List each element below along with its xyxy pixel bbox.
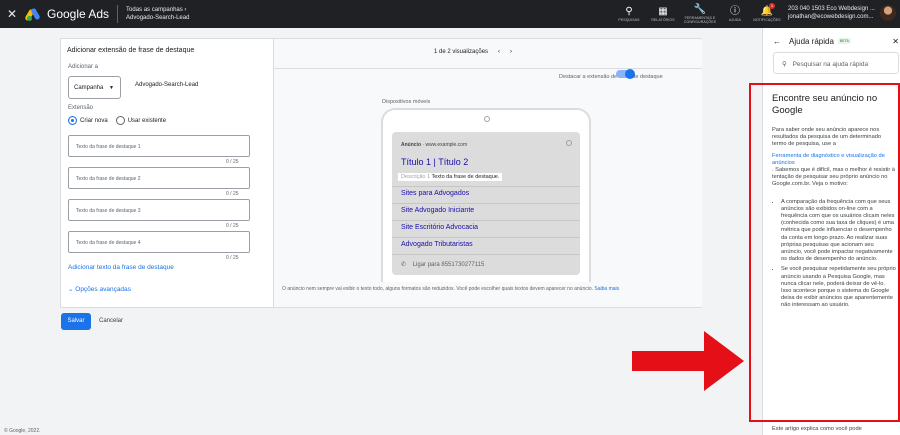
char-count: 0 / 25 xyxy=(226,255,239,261)
sitelink: Sites para Advogados xyxy=(401,190,470,197)
add-to-label: Adicionar a xyxy=(68,64,99,70)
account-info[interactable]: 203 040 1503 Eco Webdesign ... jonathan@… xyxy=(788,5,875,21)
chevron-down-icon: ⌄ xyxy=(68,286,74,293)
call-extension: ✆ Ligar para 8551730277115 xyxy=(401,262,485,268)
article-bullets: A comparação da frequência com que seus … xyxy=(781,199,896,310)
top-bar: ✕ Google Ads Todas as campanhas › Advoga… xyxy=(0,0,900,28)
campaign-breadcrumb[interactable]: Todas as campanhas › Advogado-Search-Lea… xyxy=(126,6,189,22)
avatar[interactable] xyxy=(880,5,896,21)
search-icon: ⚲ xyxy=(782,61,787,68)
list-item: Se você pesquisar repetidamente seu próp… xyxy=(781,266,896,309)
char-count: 0 / 25 xyxy=(226,159,239,165)
info-icon xyxy=(566,140,572,146)
red-arrow-icon xyxy=(632,331,744,391)
topbar-divider xyxy=(117,5,119,23)
add-callout-link[interactable]: Adicionar texto da frase de destaque xyxy=(68,264,174,271)
device-label: Dispositivos móveis xyxy=(382,99,431,105)
close-icon[interactable]: ✕ xyxy=(892,37,899,46)
phone-camera-icon xyxy=(484,116,490,122)
help-title: Ajuda rápida xyxy=(789,36,834,46)
sitelink: Advogado Tributaristas xyxy=(401,241,473,248)
article-continuation: Este artigo explica como você pode xyxy=(772,426,862,432)
chevron-left-icon[interactable]: ‹ xyxy=(498,49,500,55)
list-item: A comparação da frequência com que seus … xyxy=(781,199,896,264)
beta-badge: BETA xyxy=(837,38,851,44)
highlight-toggle-label: Destacar a extensão de frase de destaque xyxy=(559,74,663,80)
char-count: 0 / 25 xyxy=(226,223,239,229)
callout-field-1[interactable]: Texto da frase de destaque 1 xyxy=(68,135,250,157)
help-icon: ⓘ xyxy=(730,6,740,17)
cancel-button[interactable]: Cancelar xyxy=(99,318,123,324)
preview-divider xyxy=(274,68,702,69)
radio-create-new[interactable] xyxy=(68,116,77,125)
ad-headline: Título 1 | Título 2 xyxy=(401,157,469,167)
help-search-input[interactable]: ⚲ Pesquisar na ajuda rápida xyxy=(773,52,899,74)
reports-button[interactable]: ▦ RELATÓRIOS xyxy=(646,0,680,28)
back-arrow-icon[interactable]: ← xyxy=(773,37,781,46)
search-button[interactable]: ⚲ PESQUISAS xyxy=(612,0,646,28)
article-intro: Para saber onde seu anúncio aparece nos … xyxy=(772,127,882,148)
sitelink: Site Advogado Iniciante xyxy=(401,207,475,214)
close-icon[interactable]: ✕ xyxy=(0,7,24,21)
separator xyxy=(392,220,580,221)
brand-name: Google Ads xyxy=(47,7,110,21)
form-title: Adicionar extensão de frase de destaque xyxy=(67,47,195,54)
mobile-preview-phone: Anúncio · www.example.com Título 1 | Tít… xyxy=(381,108,591,282)
help-article: Encontre seu anúncio no Google Para sabe… xyxy=(772,93,896,313)
ad-description: Descrição 1 Texto da frase de destaque. xyxy=(398,173,503,181)
diagnosis-tool-link[interactable]: Ferramenta de diagnóstico e visualização… xyxy=(772,153,885,166)
tools-button[interactable]: 🔧 FERRAMENTAS E CONFIGURAÇÕES xyxy=(680,0,720,28)
callout-field-4[interactable]: Texto da frase de destaque 4 xyxy=(68,231,250,253)
campaign-name: Advogado-Search-Lead xyxy=(135,82,199,88)
tools-icon: 🔧 xyxy=(693,4,707,15)
preview-note: O anúncio nem sempre vai exibir o texto … xyxy=(282,286,620,292)
extension-label: Extensão xyxy=(68,105,94,111)
separator xyxy=(392,186,580,187)
copyright: © Google, 2022. xyxy=(4,428,41,434)
chevron-right-icon[interactable]: › xyxy=(510,49,512,55)
article-intro-2: . Sabemos que é difícil, mas o melhor é … xyxy=(772,167,895,188)
article-title: Encontre seu anúncio no Google xyxy=(772,93,878,116)
callout-field-2[interactable]: Texto da frase de destaque 2 xyxy=(68,167,250,189)
chevron-down-icon: ▼ xyxy=(109,85,114,91)
separator xyxy=(392,254,580,255)
ad-meta: Anúncio · www.example.com xyxy=(401,142,468,148)
reports-icon: ▦ xyxy=(658,6,668,17)
preview-pager: 1 de 2 visualizações ‹ › xyxy=(434,49,513,55)
callout-field-3[interactable]: Texto da frase de destaque 3 xyxy=(68,199,250,221)
notifications-button[interactable]: 🔔 1 NOTIFICAÇÕES xyxy=(750,0,784,28)
google-ads-logo-icon xyxy=(24,7,42,22)
char-count: 0 / 25 xyxy=(226,191,239,197)
extension-radio-group: Criar nova Usar existente xyxy=(68,116,166,125)
ad-preview: Anúncio · www.example.com Título 1 | Tít… xyxy=(392,132,580,275)
separator xyxy=(392,237,580,238)
level-select[interactable]: Campanha ▼ xyxy=(68,76,121,99)
help-button[interactable]: ⓘ AJUDA xyxy=(720,0,750,28)
topbar-tools: ⚲ PESQUISAS ▦ RELATÓRIOS 🔧 FERRAMENTAS E… xyxy=(612,0,784,28)
learn-more-link[interactable]: Saiba mais xyxy=(594,286,619,292)
save-button[interactable]: Salvar xyxy=(61,313,91,330)
sitelink: Site Escritório Advocacia xyxy=(401,224,479,231)
separator xyxy=(392,203,580,204)
highlight-toggle[interactable] xyxy=(616,69,635,79)
notification-badge: 1 xyxy=(769,3,775,9)
search-icon: ⚲ xyxy=(625,6,633,17)
extension-form: Adicionar extensão de frase de destaque … xyxy=(61,39,274,307)
help-header: ← Ajuda rápida BETA ✕ xyxy=(773,34,899,48)
phone-icon: ✆ xyxy=(401,262,407,268)
advanced-options-toggle[interactable]: ⌄ Opções avançadas xyxy=(68,285,131,293)
radio-use-existing[interactable] xyxy=(115,116,125,125)
